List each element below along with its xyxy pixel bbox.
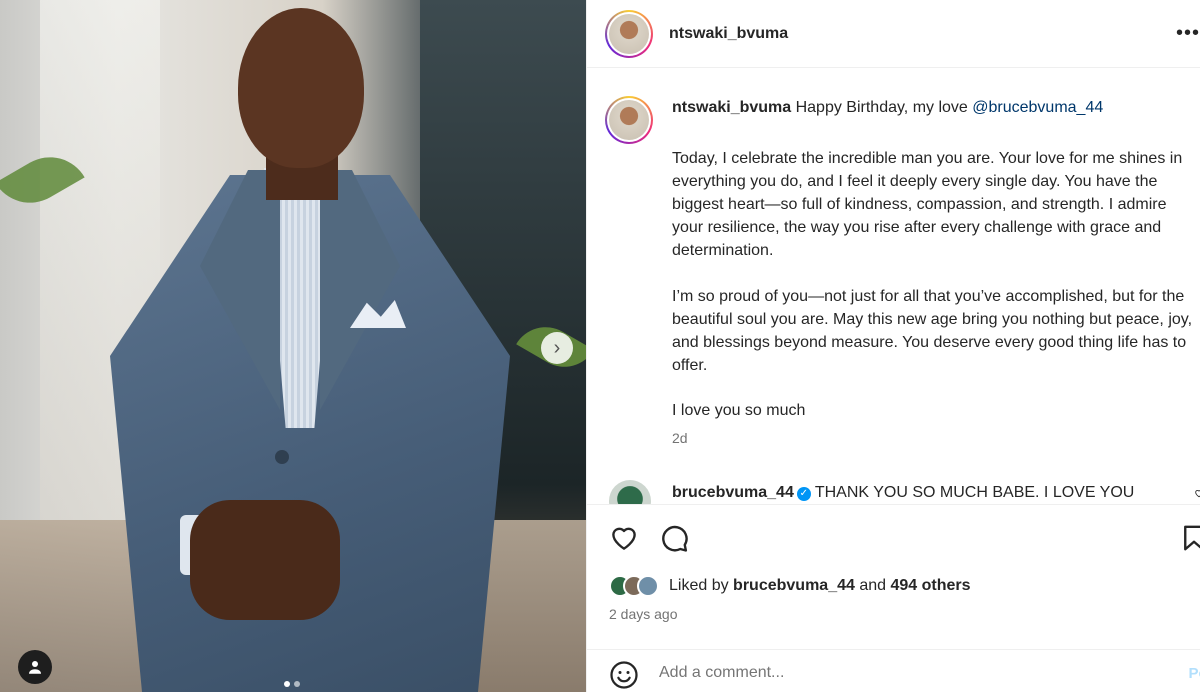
caption-paragraph: I love you so much bbox=[672, 402, 806, 419]
comments-section[interactable]: ntswaki_bvuma Happy Birthday, my love @b… bbox=[587, 68, 1200, 504]
bookmark-icon bbox=[1184, 525, 1200, 551]
carousel-indicators bbox=[284, 681, 300, 687]
comment-item: brucebvuma_44 ✓ THANK YOU SO MUCH BABE. I … bbox=[609, 480, 1134, 504]
post-comment-button[interactable]: Post bbox=[1188, 665, 1200, 682]
comment-body: THANK YOU SO MUCH BABE. I LOVE YOU bbox=[814, 484, 1135, 501]
avatar bbox=[609, 13, 649, 54]
heart-icon[interactable] bbox=[609, 523, 639, 553]
save-button[interactable] bbox=[1179, 523, 1200, 558]
caption-username[interactable]: ntswaki_bvuma bbox=[672, 99, 791, 116]
caption-mention-link[interactable]: @brucebvuma_44 bbox=[972, 99, 1103, 116]
likes-text: Liked by brucebvuma_44 and 494 others bbox=[669, 577, 971, 595]
user-icon bbox=[29, 661, 41, 674]
chevron-right-icon: › bbox=[553, 337, 561, 359]
avatar-story-ring[interactable] bbox=[605, 9, 653, 58]
avatar bbox=[609, 100, 649, 140]
carousel-dot bbox=[294, 681, 300, 687]
avatar-story-ring[interactable] bbox=[605, 96, 653, 144]
verified-badge-icon: ✓ bbox=[796, 487, 811, 501]
person-head bbox=[238, 8, 364, 168]
tagged-users-button[interactable] bbox=[18, 650, 52, 684]
jacket-button bbox=[275, 450, 289, 464]
post-date[interactable]: 2 days ago bbox=[609, 606, 678, 622]
post-photo[interactable]: › bbox=[0, 0, 586, 692]
more-options-icon[interactable]: ••• bbox=[1176, 22, 1200, 45]
comment-input[interactable] bbox=[659, 664, 1139, 682]
comment-composer: Post bbox=[587, 649, 1200, 692]
avatar bbox=[637, 575, 659, 597]
likes-summary[interactable]: Liked by brucebvuma_44 and 494 others bbox=[609, 575, 971, 597]
caption-intro: Happy Birthday, my love bbox=[791, 99, 973, 116]
comment-icon[interactable] bbox=[659, 523, 689, 553]
emoji-icon[interactable] bbox=[609, 660, 639, 690]
comment-text: brucebvuma_44 ✓ THANK YOU SO MUCH BABE. I … bbox=[672, 484, 1134, 502]
comment-like-icon[interactable] bbox=[1194, 488, 1200, 498]
liker-username[interactable]: brucebvuma_44 bbox=[733, 577, 855, 594]
caption-paragraph: I’m so proud of you—not just for all tha… bbox=[672, 288, 1193, 374]
caption-paragraph: Today, I celebrate the incredible man yo… bbox=[672, 150, 1183, 259]
caption-timestamp[interactable]: 2d bbox=[672, 430, 688, 446]
likes-and: and bbox=[854, 577, 891, 594]
comment-username[interactable]: brucebvuma_44 bbox=[672, 484, 794, 501]
avatar[interactable] bbox=[609, 480, 651, 504]
post-detail-panel: ntswaki_bvuma ••• ntswaki_bvuma Happy Bi… bbox=[586, 0, 1200, 692]
post-actions: Liked by brucebvuma_44 and 494 others 2 … bbox=[587, 504, 1200, 649]
clasped-hands bbox=[190, 500, 340, 620]
likes-others-count[interactable]: 494 others bbox=[890, 577, 970, 594]
caption-first-line: ntswaki_bvuma Happy Birthday, my love @b… bbox=[672, 99, 1103, 117]
post-header: ntswaki_bvuma ••• bbox=[587, 0, 1200, 68]
carousel-dot bbox=[284, 681, 290, 687]
action-icons bbox=[609, 523, 689, 553]
likes-prefix: Liked by bbox=[669, 577, 734, 594]
post-author-username[interactable]: ntswaki_bvuma bbox=[669, 25, 788, 43]
carousel-next-button[interactable]: › bbox=[541, 332, 573, 364]
liker-avatars bbox=[609, 575, 659, 597]
